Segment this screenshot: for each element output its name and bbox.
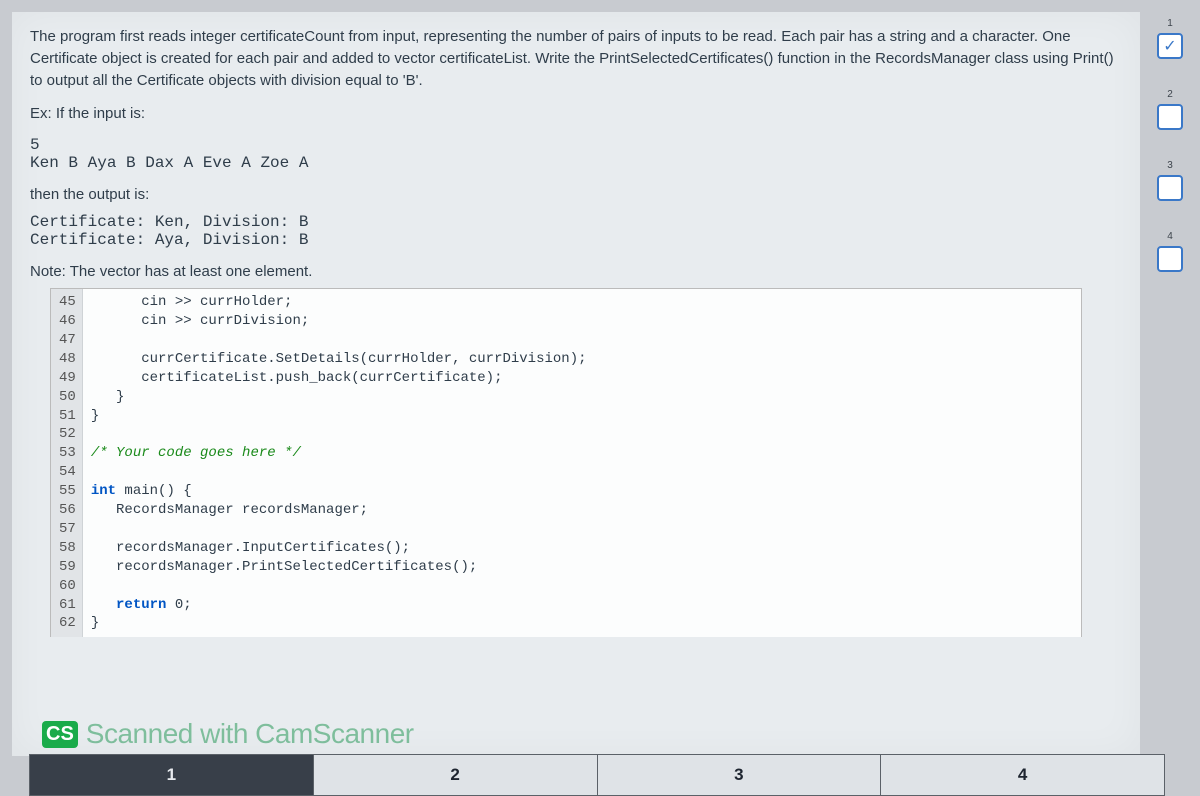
progress-sidebar: 1 ✓ 2 3 4 (1150, 18, 1190, 272)
code-content: cin >> currHolder; cin >> currDivision; … (83, 289, 1081, 637)
document-page: The program first reads integer certific… (12, 12, 1140, 756)
nav-page-4[interactable]: 4 (880, 754, 1165, 796)
line-number-gutter: 45 46 47 48 49 50 51 52 53 54 55 56 57 5… (51, 289, 83, 637)
watermark: CS Scanned with CamScanner (42, 718, 414, 750)
check-icon: ✓ (1157, 33, 1183, 59)
step-number: 2 (1167, 89, 1173, 100)
progress-step-4[interactable]: 4 (1157, 231, 1183, 272)
example-output-line2: Certificate: Aya, Division: B (30, 231, 308, 249)
nav-page-2[interactable]: 2 (313, 754, 598, 796)
progress-step-2[interactable]: 2 (1157, 89, 1183, 130)
empty-checkbox-icon (1157, 246, 1183, 272)
step-number: 4 (1167, 231, 1173, 242)
example-input: 5 Ken B Aya B Dax A Eve A Zoe A (30, 136, 1122, 172)
step-number: 1 (1167, 18, 1173, 29)
example-input-line1: 5 (30, 136, 40, 154)
code-editor: 45 46 47 48 49 50 51 52 53 54 55 56 57 5… (50, 288, 1082, 637)
page-navigation: 1 2 3 4 (30, 754, 1165, 796)
progress-step-1[interactable]: 1 ✓ (1157, 18, 1183, 59)
camscanner-badge: CS (42, 721, 78, 748)
step-number: 3 (1167, 160, 1173, 171)
problem-description: The program first reads integer certific… (30, 26, 1122, 91)
camscanner-text: Scanned with CamScanner (86, 718, 414, 750)
example-output: Certificate: Ken, Division: B Certificat… (30, 213, 1122, 249)
note-text: Note: The vector has at least one elemen… (30, 263, 1122, 280)
then-label: then the output is: (30, 186, 1122, 203)
example-input-line2: Ken B Aya B Dax A Eve A Zoe A (30, 154, 308, 172)
nav-page-1[interactable]: 1 (29, 754, 314, 796)
example-output-line1: Certificate: Ken, Division: B (30, 213, 308, 231)
progress-step-3[interactable]: 3 (1157, 160, 1183, 201)
empty-checkbox-icon (1157, 175, 1183, 201)
example-label: Ex: If the input is: (30, 105, 1122, 122)
empty-checkbox-icon (1157, 104, 1183, 130)
nav-page-3[interactable]: 3 (597, 754, 882, 796)
